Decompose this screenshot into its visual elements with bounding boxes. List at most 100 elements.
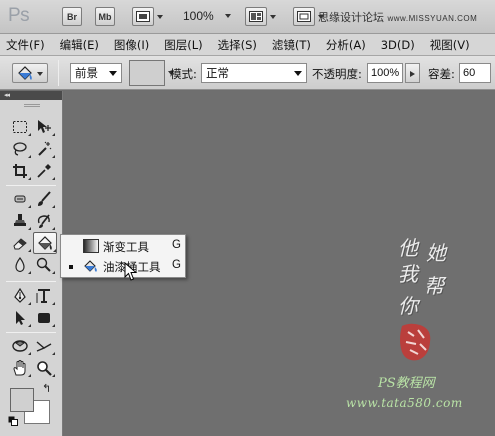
crop-icon [13,164,27,178]
watermark-forum-url: www.MISSYUAN.COM [387,14,478,23]
bridge-button[interactable]: Br [62,7,82,26]
crop-tool[interactable] [9,161,31,181]
tool-preset-picker[interactable] [12,63,48,83]
film-strip-icon [136,11,150,22]
dodge-icon [36,257,51,272]
signature-char: 帮 [424,274,444,298]
photoshop-logo: Ps [8,5,30,26]
signature-char: 他 [398,236,418,260]
fill-source-select[interactable]: 前景 [70,63,122,83]
arrange-documents-button[interactable] [245,7,276,26]
menu-select[interactable]: 选择(S) [218,37,257,53]
menu-image[interactable]: 图像(I) [114,37,149,53]
opacity-slider-button[interactable] [405,63,420,83]
watermark-forum: 思缘设计论坛 www.MISSYUAN.COM [318,9,477,25]
rounded-rectangle-icon [38,313,50,323]
flyout-item-label: 渐变工具 [103,240,149,254]
toolbox-divider [6,185,56,186]
water-drop-icon [15,257,25,273]
3d-orbit-tool[interactable] [33,336,55,356]
pen-nib-icon [14,288,26,303]
history-brush-tool[interactable] [33,211,55,231]
3d-rotate-tool[interactable] [9,336,31,356]
menu-view[interactable]: 视图(V) [430,37,470,53]
paint-bucket-icon [84,260,97,272]
horizontal-type-tool[interactable] [33,286,55,306]
3d-orbit-icon [36,341,52,352]
toolbox-panel: ◂◂ ↰ [0,91,63,436]
stamp-icon [14,214,26,226]
brush-icon [38,191,51,206]
zoom-dropdown-arrow-icon[interactable] [225,14,231,21]
hand-icon [13,360,26,376]
layout-grid-icon [249,11,263,22]
toolbox-grip[interactable] [24,104,40,107]
toolbox-collapse-bar[interactable]: ◂◂ [0,91,62,100]
signature-char: 我 [398,262,418,286]
flyout-item-gradient[interactable]: 渐变工具 G [61,236,185,256]
menu-file[interactable]: 文件(F) [6,37,45,53]
options-bar: 前景 模式: 正常 不透明度: 100% 容差: 60 [0,56,495,90]
chevron-down-icon [294,71,302,80]
lasso-tool[interactable] [9,139,31,159]
fill-source-value: 前景 [75,66,98,80]
zoom-level[interactable]: 100% [183,9,214,23]
menu-3d[interactable]: 3D(D) [381,38,415,52]
foreground-color-swatch[interactable] [10,388,34,412]
pattern-picker[interactable] [129,60,174,86]
rectangular-marquee-tool[interactable] [9,117,31,137]
pen-tool[interactable] [9,286,31,306]
application-bar: Ps Br Mb 100% 思缘设计论坛 www.MISSYUAN.COM [0,0,495,34]
blend-mode-select[interactable]: 正常 [201,63,307,83]
signature-char: 你 [398,294,418,318]
dodge-tool[interactable] [33,255,55,275]
toolbox-divider [6,281,56,282]
opacity-label: 不透明度: [312,67,362,81]
tolerance-label: 容差: [428,67,455,81]
magnifier-icon [37,361,52,376]
flyout-item-paint-bucket[interactable]: 油漆桶工具 G [61,256,185,276]
menu-edit[interactable]: 编辑(E) [60,37,99,53]
quick-selection-tool[interactable] [33,139,55,159]
mini-bridge-button[interactable]: Mb [95,7,115,26]
path-selection-tool[interactable] [9,308,31,328]
signature-char: 她 [426,241,446,265]
screen-mode-button[interactable] [293,7,324,26]
rectangle-tool[interactable] [33,308,55,328]
paint-bucket-icon [37,235,52,250]
blur-tool[interactable] [9,255,31,275]
history-brush-icon [37,214,50,228]
brush-tool[interactable] [33,189,55,209]
menu-layer[interactable]: 图层(L) [164,37,202,53]
blend-mode-value: 正常 [206,66,229,80]
swap-colors-icon[interactable]: ↰ [42,382,51,395]
mouse-pointer-icon [124,262,138,281]
toolbox-divider [6,332,56,333]
clone-stamp-tool[interactable] [9,211,31,231]
menu-filter[interactable]: 滤镜(T) [272,37,311,53]
chevron-down-icon [109,71,117,80]
opacity-input[interactable]: 100% [367,63,403,83]
hand-tool[interactable] [9,358,31,378]
site-name: PS教程网 [378,376,435,391]
menu-analysis[interactable]: 分析(A) [326,37,366,53]
marquee-icon [13,121,27,133]
flyout-item-shortcut: G [172,259,181,271]
tolerance-input[interactable]: 60 [459,63,491,83]
eraser-tool[interactable] [9,233,31,253]
paint-bucket-tool[interactable] [33,232,57,254]
paint-bucket-icon [18,66,32,80]
eyedropper-tool[interactable] [33,161,55,181]
selected-bullet-icon [69,265,73,269]
arrow-cursor-icon [16,311,25,325]
zoom-tool[interactable] [33,358,55,378]
tool-flyout-menu: 渐变工具 G 油漆桶工具 G [60,234,186,278]
view-extras-button[interactable] [132,7,163,26]
eraser-icon [13,238,27,250]
spot-healing-brush-tool[interactable] [9,189,31,209]
default-colors-icon[interactable] [8,416,18,426]
move-tool[interactable] [33,117,55,137]
magic-wand-icon [38,141,52,156]
mode-label: 模式: [170,67,197,81]
menu-bar: 文件(F) 编辑(E) 图像(I) 图层(L) 选择(S) 滤镜(T) 分析(A… [0,34,495,56]
